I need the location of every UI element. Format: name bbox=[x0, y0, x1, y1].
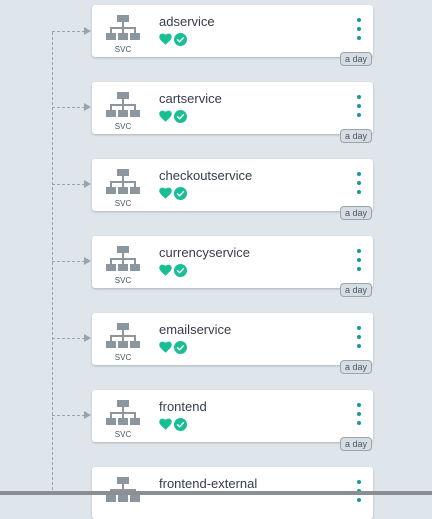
connector-arrow-icon bbox=[84, 103, 91, 111]
age-badge: a day bbox=[339, 437, 372, 451]
resource-card-currencyservice[interactable]: SVC currencyservice a day bbox=[92, 236, 373, 297]
kebab-menu-icon[interactable] bbox=[351, 249, 367, 271]
status-indicators bbox=[159, 109, 187, 123]
kebab-menu-icon[interactable] bbox=[351, 172, 367, 194]
age-badge: a day bbox=[339, 129, 372, 143]
connector-arrow-icon bbox=[84, 27, 91, 35]
check-circle-icon bbox=[174, 32, 187, 46]
heart-icon bbox=[159, 33, 172, 45]
resource-kind-label: SVC bbox=[114, 45, 132, 54]
kebab-menu-icon[interactable] bbox=[351, 326, 367, 348]
resource-name[interactable]: adservice bbox=[159, 14, 215, 29]
resource-card-cartservice[interactable]: SVC cartservice a day bbox=[92, 82, 373, 143]
resource-name[interactable]: checkoutservice bbox=[159, 168, 252, 183]
tree-connector-branch bbox=[52, 107, 85, 108]
resource-kind-label: SVC bbox=[114, 276, 132, 285]
status-indicators bbox=[159, 186, 187, 200]
tree-connector-trunk bbox=[52, 32, 53, 495]
network-tree-icon bbox=[106, 15, 140, 40]
kebab-menu-icon[interactable] bbox=[351, 403, 367, 425]
status-indicators bbox=[159, 417, 187, 431]
network-tree-icon bbox=[106, 169, 140, 194]
check-circle-icon bbox=[174, 263, 187, 277]
resource-kind-label: SVC bbox=[114, 122, 132, 131]
connector-arrow-icon bbox=[84, 180, 91, 188]
resource-name[interactable]: frontend bbox=[159, 399, 207, 414]
network-tree-icon bbox=[106, 323, 140, 348]
check-circle-icon bbox=[174, 340, 187, 354]
network-tree-icon bbox=[106, 400, 140, 425]
tree-connector-branch bbox=[52, 415, 85, 416]
heart-icon bbox=[159, 418, 172, 430]
horizontal-scrollbar[interactable] bbox=[0, 491, 432, 495]
status-indicators bbox=[159, 32, 187, 46]
heart-icon bbox=[159, 187, 172, 199]
resource-name[interactable]: currencyservice bbox=[159, 245, 250, 260]
check-circle-icon bbox=[174, 417, 187, 431]
kebab-menu-icon[interactable] bbox=[351, 18, 367, 40]
resource-kind-label: SVC bbox=[114, 199, 132, 208]
age-badge: a day bbox=[339, 283, 372, 297]
heart-icon bbox=[159, 110, 172, 122]
connector-arrow-icon bbox=[84, 411, 91, 419]
heart-icon bbox=[159, 264, 172, 276]
resource-card-adservice[interactable]: SVC adservice a day bbox=[92, 5, 373, 66]
resource-name[interactable]: frontend-external bbox=[159, 476, 257, 491]
resource-kind-label: SVC bbox=[114, 430, 132, 439]
age-badge: a day bbox=[339, 52, 372, 66]
status-indicators bbox=[159, 340, 187, 354]
heart-icon bbox=[159, 341, 172, 353]
check-circle-icon bbox=[174, 186, 187, 200]
network-tree-icon bbox=[106, 92, 140, 117]
network-tree-icon bbox=[106, 477, 140, 502]
check-circle-icon bbox=[174, 109, 187, 123]
tree-connector-branch bbox=[52, 261, 85, 262]
resource-kind-label: SVC bbox=[114, 353, 132, 362]
resource-card-checkoutservice[interactable]: SVC checkoutservice a day bbox=[92, 159, 373, 220]
resource-card-frontend[interactable]: SVC frontend a day bbox=[92, 390, 373, 451]
connector-arrow-icon bbox=[84, 257, 91, 265]
resource-card-emailservice[interactable]: SVC emailservice a day bbox=[92, 313, 373, 374]
connector-arrow-icon bbox=[84, 334, 91, 342]
network-tree-icon bbox=[106, 246, 140, 271]
tree-connector-branch bbox=[52, 338, 85, 339]
tree-connector-branch bbox=[52, 184, 85, 185]
resource-name[interactable]: cartservice bbox=[159, 91, 222, 106]
age-badge: a day bbox=[339, 206, 372, 220]
status-indicators bbox=[159, 263, 187, 277]
kebab-menu-icon[interactable] bbox=[351, 95, 367, 117]
age-badge: a day bbox=[339, 360, 372, 374]
resource-name[interactable]: emailservice bbox=[159, 322, 231, 337]
tree-connector-branch bbox=[52, 31, 85, 32]
